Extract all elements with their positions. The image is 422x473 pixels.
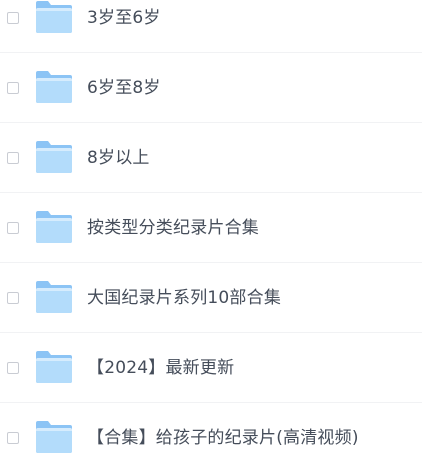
file-name[interactable]: 8岁以上 [87,147,150,169]
list-item[interactable]: 按类型分类纪录片合集 [0,193,422,263]
file-name[interactable]: 3岁至6岁 [87,7,161,29]
list-item[interactable]: 【合集】给孩子的纪录片(高清视频) [0,403,422,473]
select-checkbox[interactable] [7,152,19,164]
folder-icon [35,70,73,104]
list-item[interactable]: 3岁至6岁 [0,0,422,53]
list-item[interactable]: 6岁至8岁 [0,53,422,123]
list-item[interactable]: 8岁以上 [0,123,422,193]
file-name[interactable]: 按类型分类纪录片合集 [87,217,259,239]
folder-icon [35,140,73,174]
list-item[interactable]: 【2024】最新更新 [0,333,422,403]
list-item[interactable]: 大国纪录片系列10部合集 [0,263,422,333]
file-name[interactable]: 大国纪录片系列10部合集 [87,287,281,309]
select-checkbox[interactable] [7,432,19,444]
file-list: 3岁至6岁 6岁至8岁 8岁以上 按类型分类纪录片合集 大国纪录片系列10部合集… [0,0,422,473]
select-checkbox[interactable] [7,12,19,24]
file-name[interactable]: 6岁至8岁 [87,77,161,99]
folder-icon [35,350,73,384]
folder-icon [35,280,73,314]
folder-icon [35,210,73,244]
folder-icon [35,420,73,454]
select-checkbox[interactable] [7,292,19,304]
folder-icon [35,0,73,34]
select-checkbox[interactable] [7,362,19,374]
file-name[interactable]: 【合集】给孩子的纪录片(高清视频) [87,427,359,449]
select-checkbox[interactable] [7,222,19,234]
select-checkbox[interactable] [7,82,19,94]
file-name[interactable]: 【2024】最新更新 [87,357,234,379]
